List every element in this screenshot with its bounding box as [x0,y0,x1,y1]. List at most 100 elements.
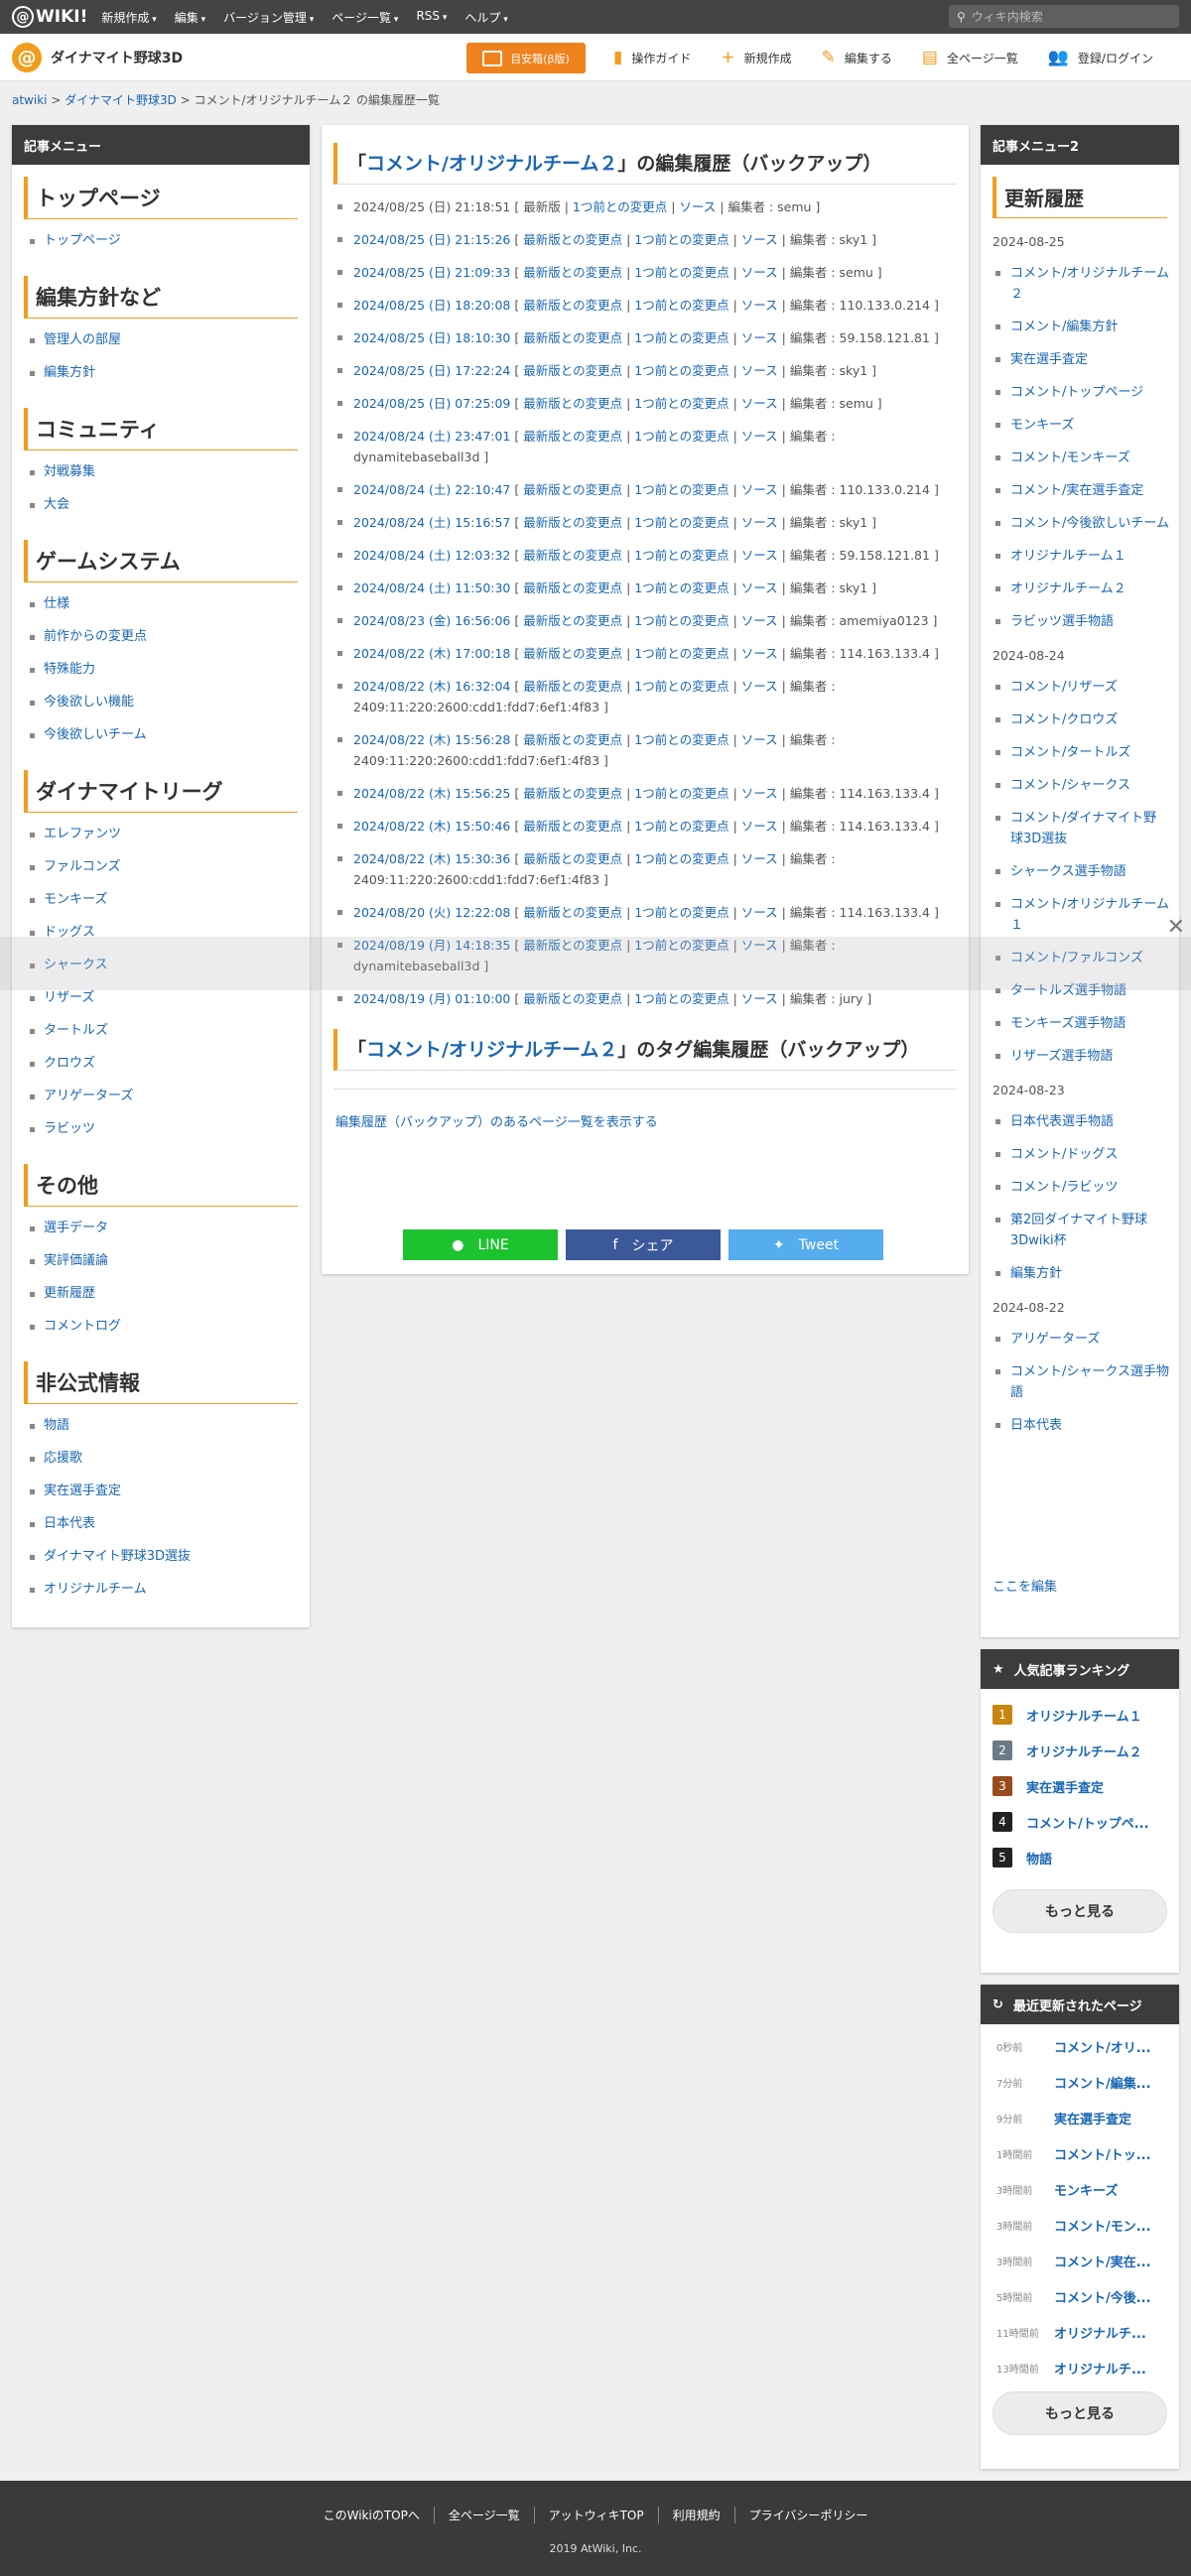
recent-row[interactable]: 3時間前 コメント/モン... [981,2207,1179,2243]
atwiki-logo[interactable]: @ WIKI! [12,6,87,28]
diff-latest-link[interactable]: 最新版との変更点 [523,613,622,628]
recent-row[interactable]: 1時間前 コメント/トッ... [981,2135,1179,2171]
recent-link[interactable]: オリジナルチ... [1054,2323,1165,2342]
recent-row[interactable]: 9分前 実在選手査定 [981,2100,1179,2135]
history-date[interactable]: 2024/08/25 (日) 18:20:08 [353,298,510,313]
recent-link[interactable]: コメント/オリ... [1054,2037,1165,2056]
update-link[interactable]: リザーズ選手物語 [1010,1049,1113,1064]
diff-latest-link[interactable]: 最新版との変更点 [523,548,622,563]
history-date[interactable]: 2024/08/24 (土) 22:10:47 [353,482,510,497]
diff-latest-link[interactable]: 最新版との変更点 [523,482,622,497]
history-date[interactable]: 2024/08/25 (日) 21:15:26 [353,232,510,247]
recent-link[interactable]: コメント/モン... [1054,2216,1165,2235]
top-menu-item[interactable]: 編集 [175,9,205,26]
recent-link[interactable]: モンキーズ [1054,2180,1165,2199]
rank-link[interactable]: オリジナルチーム１ [1026,1706,1142,1725]
source-link[interactable]: ソース [741,363,778,378]
source-link[interactable]: ソース [741,298,778,313]
diff-prev-link[interactable]: 1つ前との変更点 [573,199,667,214]
history-date[interactable]: 2024/08/24 (土) 23:47:01 [353,429,510,444]
breadcrumb-site[interactable]: ダイナマイト野球3D [65,93,177,107]
source-link[interactable]: ソース [741,819,778,834]
menu-link[interactable]: タートルズ [44,1023,108,1038]
recent-row[interactable]: 3時間前 モンキーズ [981,2171,1179,2207]
update-link[interactable]: オリジナルチーム２ [1010,581,1126,596]
menu-link[interactable]: ダイナマイト野球3D選抜 [44,1549,191,1564]
update-link[interactable]: ラビッツ選手物語 [1010,614,1114,629]
diff-prev-link[interactable]: 1つ前との変更点 [634,232,728,247]
history-date[interactable]: 2024/08/24 (土) 11:50:30 [353,580,510,595]
source-link[interactable]: ソース [741,548,778,563]
close-icon[interactable]: ✕ [1167,915,1185,940]
page-title-link[interactable]: コメント/オリジナルチーム２ [366,153,617,175]
update-link[interactable]: 編集方針 [1010,1266,1062,1281]
diff-prev-link[interactable]: 1つ前との変更点 [634,646,728,661]
diff-prev-link[interactable]: 1つ前との変更点 [634,363,728,378]
source-link[interactable]: ソース [741,429,778,444]
top-menu-item[interactable]: ページ一覧 [331,9,398,26]
history-date[interactable]: 2024/08/23 (金) 16:56:06 [353,613,510,628]
history-date[interactable]: 2024/08/22 (木) 15:50:46 [353,819,510,834]
breadcrumb-home[interactable]: atwiki [12,93,48,107]
update-link[interactable]: 日本代表選手物語 [1010,1114,1114,1129]
diff-prev-link[interactable]: 1つ前との変更点 [634,580,728,595]
update-link[interactable]: コメント/ドッグス [1010,1147,1118,1162]
diff-latest-link[interactable]: 最新版との変更点 [523,646,622,661]
diff-prev-link[interactable]: 1つ前との変更点 [634,429,728,444]
update-link[interactable]: モンキーズ [1010,418,1074,433]
history-date[interactable]: 2024/08/25 (日) 17:22:24 [353,363,510,378]
update-link[interactable]: コメント/ダイナマイト野球3D選抜 [1010,811,1156,846]
menu-link[interactable]: トップページ [44,233,121,248]
diff-prev-link[interactable]: 1つ前との変更点 [634,482,728,497]
menu-link[interactable]: 管理人の部屋 [44,332,121,347]
history-date[interactable]: 2024/08/25 (日) 07:25:09 [353,396,510,411]
recent-link[interactable]: コメント/今後... [1054,2287,1165,2306]
menu-link[interactable]: エレファンツ [44,827,121,841]
edit-link[interactable]: ✎ 編集する [822,48,892,67]
menu-link[interactable]: 日本代表 [44,1516,95,1531]
suggestion-box-button[interactable]: 目安箱(β版) [466,43,586,73]
update-link[interactable]: コメント/シャークス [1010,778,1130,793]
diff-latest-link[interactable]: 最新版との変更点 [523,363,622,378]
source-link[interactable]: ソース [741,646,778,661]
search-input[interactable]: ⚲ ウィキ内検索 [949,5,1179,28]
history-date[interactable]: 2024/08/22 (木) 16:32:04 [353,679,510,694]
diff-prev-link[interactable]: 1つ前との変更点 [634,548,728,563]
update-link[interactable]: コメント/タートルズ [1010,745,1130,760]
all-pages-link[interactable]: ▤ 全ページ一覧 [922,48,1018,67]
menu-link[interactable]: 前作からの変更点 [44,629,147,644]
diff-prev-link[interactable]: 1つ前との変更点 [634,298,728,313]
ranking-row[interactable]: 1 オリジナルチーム１ [981,1697,1179,1733]
footer-link[interactable]: アットウィキTOP [533,2507,658,2523]
update-link[interactable]: コメント/オリジナルチーム１ [1010,897,1169,933]
footer-link[interactable]: プライバシーポリシー [733,2507,882,2523]
diff-latest-link[interactable]: 最新版との変更点 [523,580,622,595]
diff-latest-link[interactable]: 最新版との変更点 [523,679,622,694]
update-link[interactable]: コメント/編集方針 [1010,320,1118,334]
ranking-row[interactable]: 5 物語 [981,1840,1179,1875]
diff-prev-link[interactable]: 1つ前との変更点 [634,732,728,747]
menu-link[interactable]: リザーズ [44,990,94,1005]
login-link[interactable]: 👥 登録/ログイン [1048,48,1153,67]
menu-link[interactable]: 大会 [44,497,69,512]
diff-latest-link[interactable]: 最新版との変更点 [523,396,622,411]
site-name[interactable]: ダイナマイト野球3D [51,48,183,67]
update-link[interactable]: 実在選手査定 [1010,352,1088,367]
source-link[interactable]: ソース [741,786,778,801]
recent-link[interactable]: オリジナルチ... [1054,2359,1165,2378]
source-link[interactable]: ソース [741,515,778,530]
menu-link[interactable]: 今後欲しいチーム [44,727,147,742]
recent-row[interactable]: 11時間前 オリジナルチ... [981,2314,1179,2350]
history-date[interactable]: 2024/08/22 (木) 15:56:28 [353,732,510,747]
tag-title-link[interactable]: コメント/オリジナルチーム２ [366,1039,617,1061]
rank-link[interactable]: 物語 [1026,1849,1052,1868]
diff-latest-link[interactable]: 最新版との変更点 [523,819,622,834]
diff-latest-link[interactable]: 最新版との変更点 [523,991,622,1006]
recent-link[interactable]: コメント/トッ... [1054,2144,1165,2163]
diff-latest-link[interactable]: 最新版との変更点 [523,429,622,444]
diff-prev-link[interactable]: 1つ前との変更点 [634,851,728,866]
recent-row[interactable]: 3時間前 コメント/実在... [981,2243,1179,2278]
source-link[interactable]: ソース [741,732,778,747]
top-menu-item[interactable]: 新規作成 [101,9,156,26]
source-link[interactable]: ソース [741,851,778,866]
